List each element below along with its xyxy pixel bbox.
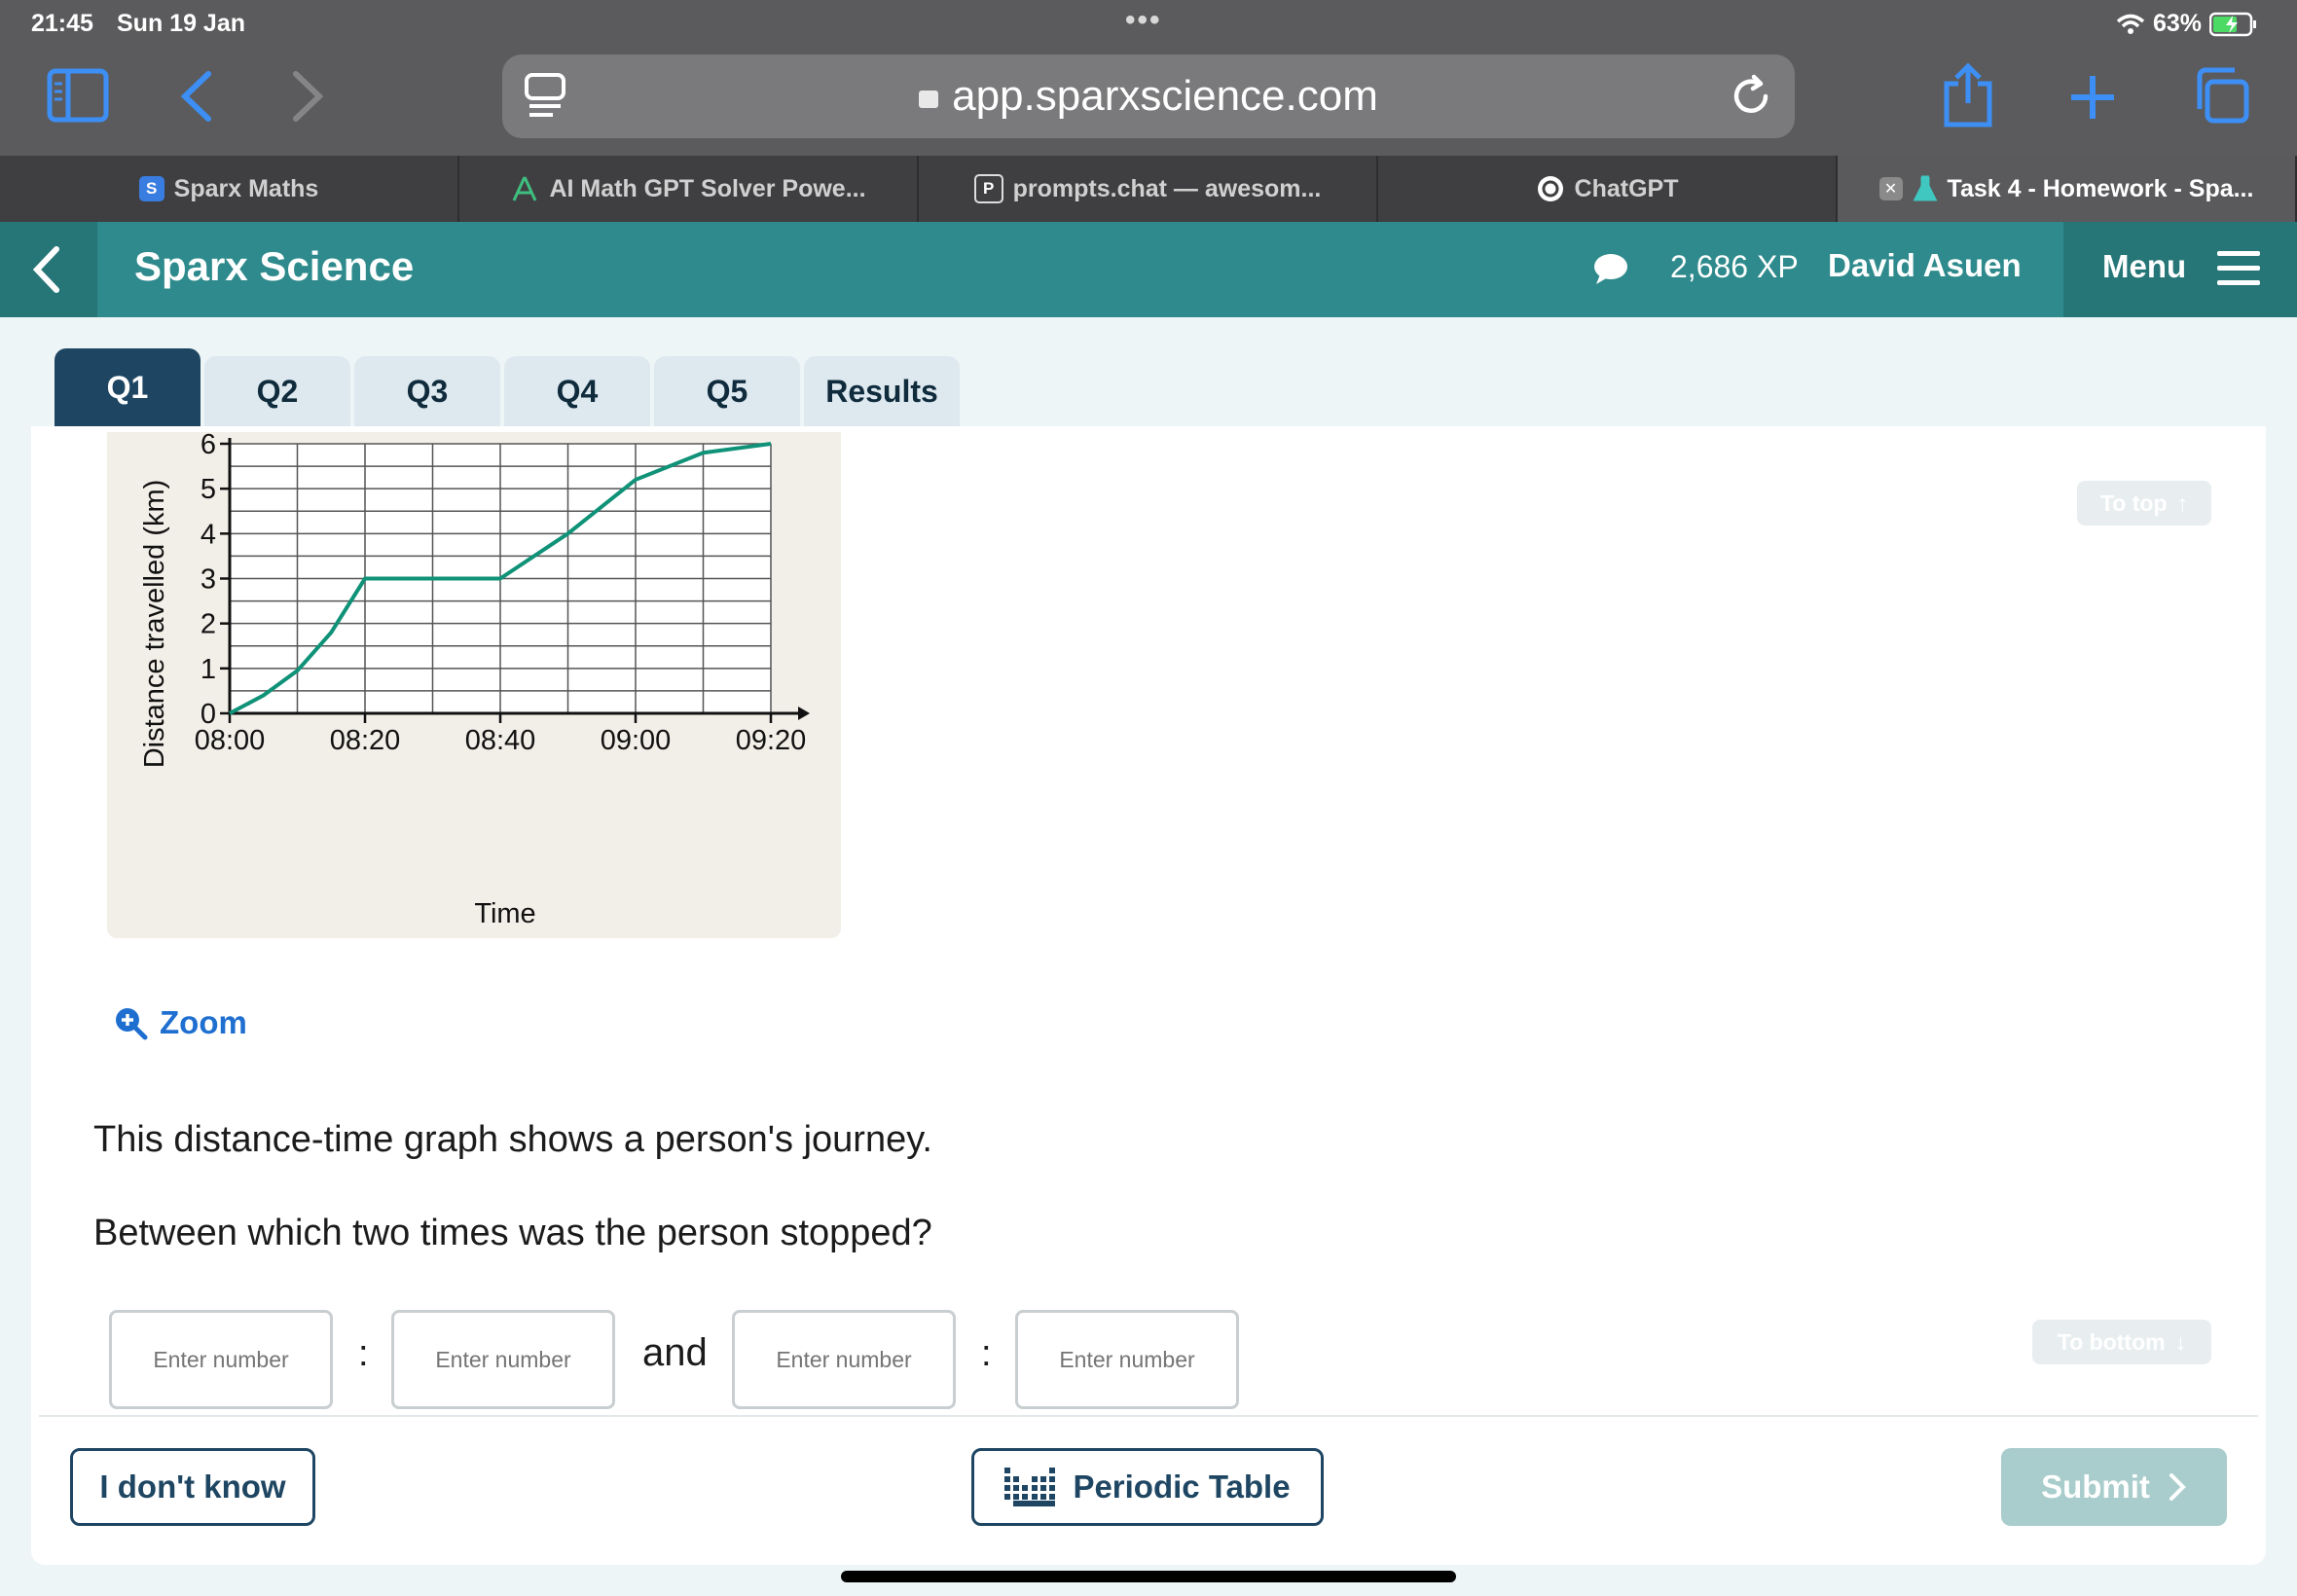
x-tick-label: 08:40 (465, 725, 536, 756)
and-text: and (642, 1331, 708, 1374)
x-tick-label: 08:20 (330, 725, 401, 756)
browser-tab-label: prompts.chat — awesom... (1012, 174, 1322, 202)
zoom-button[interactable]: Zoom (113, 1004, 247, 1041)
flask-icon (1913, 175, 1937, 201)
browser-tab-prompts[interactable]: Pprompts.chat — awesom... (919, 156, 1378, 222)
to-bottom-label: To bottom (2057, 1328, 2166, 1355)
periodic-table-label: Periodic Table (1073, 1469, 1291, 1505)
x-tick-label: 08:00 (195, 725, 266, 756)
question-prompt: Between which two times was the person s… (93, 1213, 932, 1253)
prompts-p-icon: P (973, 174, 1003, 203)
battery-percent: 63% (2152, 10, 2202, 37)
y-tick-label: 4 (201, 519, 216, 550)
close-tab-icon[interactable]: ✕ (1878, 177, 1903, 200)
to-top-label: To top (2099, 490, 2168, 516)
back-chevron-icon (32, 246, 59, 293)
browser-tab-label: AI Math GPT Solver Powe... (549, 174, 866, 202)
y-axis-label: Distance travelled (km) (139, 480, 170, 769)
battery-charging-icon (2209, 12, 2256, 36)
new-tab-icon[interactable] (2069, 74, 2116, 121)
browser-tab-label: Sparx Maths (173, 174, 319, 202)
chevron-right-icon (2169, 1473, 2186, 1501)
zoom-label: Zoom (160, 1004, 247, 1040)
submit-label: Submit (2041, 1469, 2150, 1505)
chatgpt-icon (1537, 176, 1563, 201)
ai-math-icon (513, 176, 537, 201)
multitask-dots-icon[interactable]: ••• (1125, 4, 1162, 37)
reload-icon[interactable] (1729, 74, 1773, 119)
x-tick-label: 09:00 (601, 725, 672, 756)
status-time: 21:45 (31, 10, 93, 37)
y-tick-label: 6 (201, 432, 216, 460)
url-display[interactable]: app.sparxscience.com (502, 54, 1795, 138)
time-separator: : (358, 1333, 369, 1374)
answer-end-hour-input[interactable] (732, 1310, 956, 1409)
tab-q3[interactable]: Q3 (354, 356, 500, 426)
zoom-in-icon (116, 1008, 148, 1040)
browser-forward-icon[interactable] (290, 70, 325, 123)
browser-tab-ai-math[interactable]: AI Math GPT Solver Powe... (459, 156, 919, 222)
y-tick-label: 2 (201, 609, 216, 640)
tab-results[interactable]: Results (804, 356, 960, 426)
dont-know-button[interactable]: I don't know (70, 1448, 315, 1526)
app-header: Sparx Science 2,686 XP David Asuen Menu (0, 222, 2297, 317)
tab-q2[interactable]: Q2 (204, 356, 350, 426)
answer-start-hour-input[interactable] (109, 1310, 333, 1409)
question-text: This distance-time graph shows a person'… (93, 1119, 932, 1160)
status-bar: 21:45 Sun 19 Jan ••• 63% (0, 0, 2297, 47)
xp-counter: 2,686 XP (1670, 249, 1799, 284)
user-name[interactable]: David Asuen (1828, 247, 2022, 284)
browser-back-icon[interactable] (179, 70, 214, 123)
browser-tab-sparx-maths[interactable]: S Sparx Maths (0, 156, 459, 222)
sidebar-toggle-icon[interactable] (47, 68, 109, 123)
tab-q4[interactable]: Q4 (504, 356, 650, 426)
share-icon[interactable] (1941, 62, 1995, 128)
menu-label: Menu (2102, 248, 2187, 284)
x-tick-label: 09:20 (736, 725, 807, 756)
app-title: Sparx Science (134, 243, 415, 289)
menu-button[interactable]: Menu (2063, 222, 2297, 317)
time-separator: : (981, 1333, 992, 1374)
arrow-up-icon: ↑ (2176, 490, 2189, 516)
distance-time-graph: 012345608:00 08:20 08:40 09:00 09:20 Distanc… (139, 432, 810, 929)
to-top-button[interactable]: To top ↑ (2077, 481, 2211, 526)
answer-end-minute-input[interactable] (1015, 1310, 1239, 1409)
hamburger-icon (2217, 251, 2260, 285)
browser-tab-label: Task 4 - Homework - Spa... (1947, 174, 2254, 202)
chat-bubble-icon[interactable] (1592, 251, 1629, 286)
y-tick-label: 3 (201, 564, 216, 596)
address-bar[interactable]: app.sparxscience.com (502, 54, 1795, 138)
footer-divider (39, 1415, 2258, 1417)
status-right: 63% (2116, 10, 2258, 38)
wifi-icon (2116, 14, 2145, 34)
x-axis-arrow (798, 707, 810, 720)
status-date: Sun 19 Jan (117, 10, 245, 37)
sparx-s-icon: S (138, 176, 164, 201)
tab-q5[interactable]: Q5 (654, 356, 800, 426)
periodic-table-button[interactable]: Periodic Table (971, 1448, 1324, 1526)
app-back-button[interactable] (0, 222, 97, 317)
url-text: app.sparxscience.com (952, 72, 1378, 120)
arrow-down-icon: ↓ (2174, 1328, 2187, 1355)
tab-q1[interactable]: Q1 (55, 348, 201, 426)
browser-tab-strip: S Sparx Maths AI Math GPT Solver Powe... … (0, 156, 2297, 222)
browser-tab-chatgpt[interactable]: ChatGPT (1378, 156, 1838, 222)
home-indicator (841, 1571, 1456, 1582)
y-tick-label: 5 (201, 474, 216, 505)
lock-icon (919, 91, 939, 108)
to-bottom-button[interactable]: To bottom ↓ (2032, 1320, 2211, 1364)
x-axis-label: Time (474, 898, 535, 929)
dont-know-label: I don't know (99, 1469, 286, 1505)
browser-tab-task4[interactable]: ✕ Task 4 - Homework - Spa... (1838, 156, 2297, 222)
periodic-table-icon (1004, 1468, 1056, 1506)
tab-overview-icon[interactable] (2192, 66, 2250, 125)
y-tick-label: 1 (201, 654, 216, 685)
browser-tab-label: ChatGPT (1574, 174, 1679, 202)
answer-start-minute-input[interactable] (391, 1310, 615, 1409)
submit-button[interactable]: Submit (2001, 1448, 2227, 1526)
